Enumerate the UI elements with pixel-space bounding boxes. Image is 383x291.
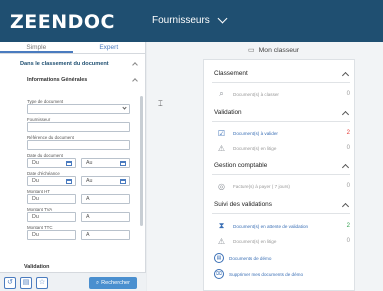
montant-ht-to[interactable]: A xyxy=(81,194,130,204)
montant-ht-from[interactable]: Du xyxy=(27,194,76,204)
montant-ttc-to[interactable]: A xyxy=(81,230,130,240)
field-prefix: Au xyxy=(86,178,93,184)
item-count: 2 xyxy=(346,130,350,136)
subsection-title: Informations Générales xyxy=(27,77,88,83)
action-bar: ↺ ▤ ☆ ⌕ Rechercher xyxy=(0,272,146,291)
calendar-icon[interactable] xyxy=(120,160,126,166)
item-count: 0 xyxy=(346,183,350,189)
folder-icon: ▭ xyxy=(248,47,255,54)
date-doc-from[interactable]: Du xyxy=(27,158,76,168)
date-ech-to[interactable]: Au xyxy=(81,176,130,186)
link-label: Supprimer mes documents de démo xyxy=(229,271,304,277)
demo-documents-link[interactable]: ▤ Documents de démo xyxy=(214,252,348,264)
chevron-up-icon xyxy=(341,110,350,119)
subsection-header[interactable]: Informations Générales xyxy=(0,67,145,84)
chevron-up-icon xyxy=(341,163,350,172)
chevron-up-icon xyxy=(132,78,138,84)
group-title: Validation xyxy=(214,109,242,116)
hourglass-icon: ⧗ xyxy=(218,221,225,230)
tab-expert[interactable]: Expert xyxy=(73,42,146,53)
scrollbar[interactable] xyxy=(140,96,143,226)
group-classement[interactable]: Classement xyxy=(214,70,351,80)
validation-section[interactable]: Validation xyxy=(24,264,49,270)
group-title: Suivi des validations xyxy=(214,201,272,208)
list-item-litige-suivi[interactable]: ⚠ Document(s) en litige 0 xyxy=(216,235,350,247)
module-label: Fournisseurs xyxy=(152,15,210,26)
chevron-down-icon xyxy=(217,13,228,24)
mouse-cursor-icon: ⌶ xyxy=(158,99,163,108)
fournisseur-input[interactable] xyxy=(27,122,130,132)
list-item-en-litige[interactable]: ⚠ Document(s) en litige 0 xyxy=(216,142,350,154)
search-button[interactable]: ⌕ Rechercher xyxy=(89,277,137,289)
search-button-label: Rechercher xyxy=(101,280,131,286)
section-title: Dans le classement du document xyxy=(20,61,109,67)
chevron-down-icon xyxy=(122,105,127,110)
group-title: Gestion comptable xyxy=(214,162,268,169)
chevron-up-icon xyxy=(341,202,350,211)
link-label: Documents de démo xyxy=(229,255,272,261)
item-label: Document(s) à classer xyxy=(233,91,279,97)
search-tabs: Simple Expert xyxy=(0,42,145,54)
item-count: 0 xyxy=(346,145,350,151)
refresh-icon: ↺ xyxy=(7,279,13,286)
item-count: 2 xyxy=(346,223,350,229)
app-logo[interactable]: ZEENDOC xyxy=(10,11,115,33)
list-item-a-valider[interactable]: ☑ Document(s) à valider 2 xyxy=(216,127,350,139)
group-suivi[interactable]: Suivi des validations xyxy=(214,201,351,211)
calendar-icon[interactable] xyxy=(66,160,72,166)
reference-input[interactable] xyxy=(27,140,130,150)
module-selector[interactable]: Fournisseurs xyxy=(152,13,228,26)
save-search-button[interactable]: ▤ xyxy=(20,277,32,289)
favorite-button[interactable]: ☆ xyxy=(36,277,48,289)
document-icon: ▤ xyxy=(214,253,224,263)
save-icon: ▤ xyxy=(22,279,30,286)
search-icon: ⌕ xyxy=(219,89,224,98)
group-gestion[interactable]: Gestion comptable xyxy=(214,162,351,172)
section-header[interactable]: Dans le classement du document xyxy=(0,54,145,68)
tab-simple[interactable]: Simple xyxy=(0,42,73,53)
montant-ttc-from[interactable]: Du xyxy=(27,230,76,240)
trash-icon: ⌧ xyxy=(214,269,224,279)
calendar-icon[interactable] xyxy=(120,178,126,184)
field-prefix: Du xyxy=(32,178,39,184)
montant-tva-from[interactable]: Du xyxy=(27,212,76,222)
classeur-card: Classement ⌕ Document(s) à classer 0 Val… xyxy=(203,59,355,291)
search-panel: Simple Expert Dans le classement du docu… xyxy=(0,42,146,291)
warning-icon: ⚠ xyxy=(217,143,226,153)
date-ech-from[interactable]: Du xyxy=(27,176,76,186)
list-item-factures[interactable]: ◎ Facture(s) à payer ( 7 jours) 0 xyxy=(216,180,350,192)
calendar-icon[interactable] xyxy=(66,178,72,184)
warning-icon: ⚠ xyxy=(217,236,226,246)
item-count: 0 xyxy=(346,238,350,244)
chevron-up-icon xyxy=(341,71,350,80)
item-label: Document(s) en litige xyxy=(233,145,277,151)
group-validation[interactable]: Validation xyxy=(214,109,351,119)
date-doc-to[interactable]: Au xyxy=(81,158,130,168)
montant-tva-to[interactable]: A xyxy=(81,212,130,222)
item-label: Document(s) à valider xyxy=(233,130,278,136)
item-label: Document(s) en litige xyxy=(233,238,277,244)
money-icon: ◎ xyxy=(218,181,225,191)
main-panel: ▭ Mon classeur Classement ⌕ Document(s) … xyxy=(147,42,383,291)
group-title: Classement xyxy=(214,70,248,77)
list-item-attente[interactable]: ⧗ Document(s) en attente de validation 2 xyxy=(216,220,350,232)
search-form: Type de document Fournisseur Référence d… xyxy=(27,96,130,240)
clipboard-check-icon: ☑ xyxy=(217,128,226,138)
type-select[interactable] xyxy=(27,104,130,114)
search-icon: ⌕ xyxy=(95,279,100,286)
field-prefix: Au xyxy=(86,160,93,166)
list-item-a-classer[interactable]: ⌕ Document(s) à classer 0 xyxy=(216,88,350,100)
item-count: 0 xyxy=(346,91,350,97)
top-bar: ZEENDOC Fournisseurs xyxy=(0,0,383,42)
my-classeur-header: ▭ Mon classeur xyxy=(248,46,300,55)
star-icon: ☆ xyxy=(38,279,46,286)
item-label: Document(s) en attente de validation xyxy=(233,223,309,229)
field-prefix: Du xyxy=(32,160,39,166)
delete-demo-link[interactable]: ⌧ Supprimer mes documents de démo xyxy=(214,268,348,280)
reset-button[interactable]: ↺ xyxy=(4,277,16,289)
my-classeur-title: Mon classeur xyxy=(258,46,300,54)
item-label: Facture(s) à payer ( 7 jours) xyxy=(233,183,290,189)
